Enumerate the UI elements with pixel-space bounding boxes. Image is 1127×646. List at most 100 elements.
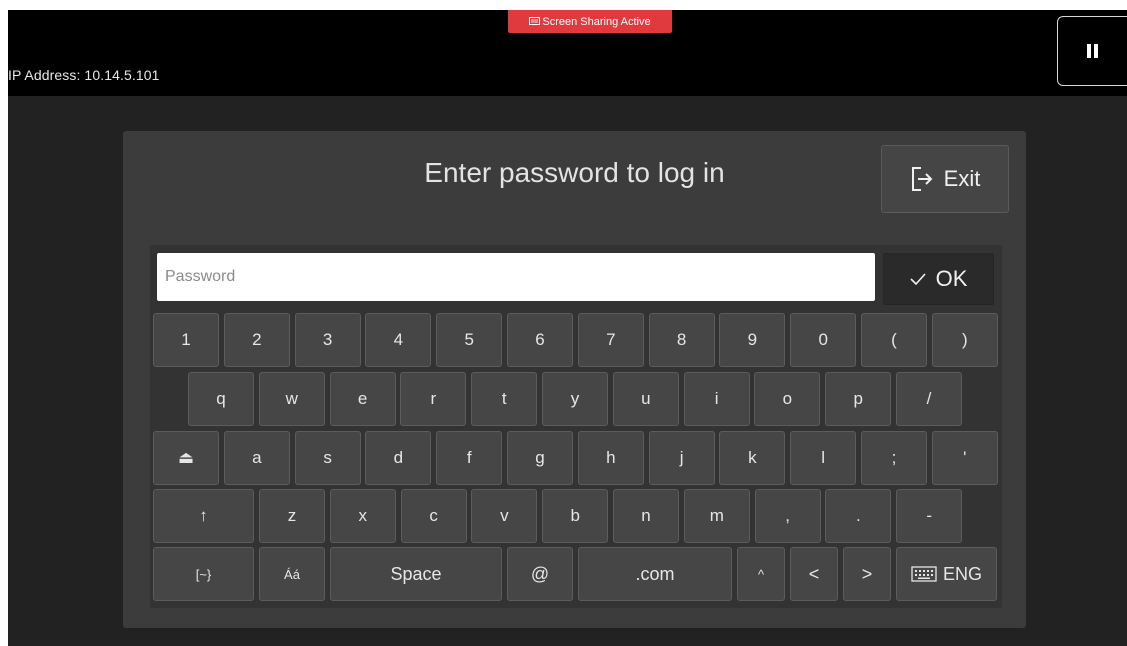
pause-button[interactable] bbox=[1057, 16, 1127, 86]
exit-button[interactable]: Exit bbox=[881, 145, 1009, 213]
key-row3-8[interactable]: k bbox=[719, 431, 786, 485]
key-row1-5-label: 6 bbox=[535, 330, 545, 349]
key-row1-9-label: 0 bbox=[818, 330, 828, 349]
key-row1-10[interactable]: ( bbox=[861, 313, 927, 367]
key-row3-8-label: k bbox=[748, 448, 757, 467]
key-row2-6[interactable]: u bbox=[612, 372, 679, 426]
key-row1-4-label: 5 bbox=[464, 330, 474, 349]
key-row2-8[interactable]: o bbox=[754, 372, 821, 426]
ok-button[interactable]: OK bbox=[883, 253, 994, 305]
key-row1-4[interactable]: 5 bbox=[436, 313, 503, 367]
shift-key[interactable]: ↑ bbox=[153, 489, 254, 543]
key-row1-7[interactable]: 8 bbox=[648, 313, 715, 367]
cursor-left-key-label: < bbox=[808, 563, 820, 584]
exit-arrow-icon bbox=[910, 166, 934, 192]
at-key[interactable]: @ bbox=[507, 547, 573, 601]
remote-screen: IP Address: 10.14.5.101 Screen Sharing A… bbox=[8, 10, 1127, 646]
key-row2-3-label: r bbox=[430, 389, 437, 408]
accents-key[interactable]: Áá bbox=[259, 547, 325, 601]
key-row1-1-label: 2 bbox=[252, 330, 262, 349]
accents-key-label: Áá bbox=[284, 566, 300, 582]
key-row4-6[interactable]: n bbox=[613, 489, 679, 543]
key-row4-2[interactable]: x bbox=[329, 489, 396, 543]
caret-key[interactable]: ^ bbox=[737, 547, 785, 601]
key-row4-6-label: n bbox=[641, 506, 651, 525]
key-row2-10[interactable]: / bbox=[896, 372, 962, 426]
key-row3-3[interactable]: d bbox=[365, 431, 432, 485]
key-row3-3-label: d bbox=[393, 448, 404, 467]
checkmark-icon bbox=[910, 273, 926, 285]
login-dialog: Enter password to log in Exit OK 1234567… bbox=[123, 131, 1026, 628]
key-row2-3[interactable]: r bbox=[400, 372, 467, 426]
key-row1-6[interactable]: 7 bbox=[577, 313, 644, 367]
key-row3-1-label: a bbox=[252, 448, 262, 467]
top-bar: IP Address: 10.14.5.101 Screen Sharing A… bbox=[8, 10, 1127, 96]
key-row4-5[interactable]: b bbox=[542, 489, 609, 543]
keyboard-icon bbox=[911, 566, 937, 582]
symbols-key[interactable]: [~} bbox=[153, 547, 254, 601]
key-row4-4[interactable]: v bbox=[471, 489, 538, 543]
key-row1-2[interactable]: 3 bbox=[294, 313, 361, 367]
cursor-left-key[interactable]: < bbox=[790, 547, 838, 601]
key-row4-5-label: b bbox=[570, 506, 580, 525]
key-row4-7[interactable]: m bbox=[683, 489, 750, 543]
key-row3-0[interactable]: ⏏ bbox=[153, 431, 219, 485]
key-row4-9[interactable]: . bbox=[825, 489, 892, 543]
key-row3-0-label: ⏏ bbox=[177, 448, 195, 467]
key-row1-9[interactable]: 0 bbox=[790, 313, 857, 367]
key-row3-5[interactable]: g bbox=[507, 431, 573, 485]
key-row3-11[interactable]: ' bbox=[931, 431, 998, 485]
language-key[interactable]: ENG bbox=[896, 547, 997, 601]
key-row1-0[interactable]: 1 bbox=[153, 313, 219, 367]
key-row1-8[interactable]: 9 bbox=[719, 313, 786, 367]
cursor-right-key[interactable]: > bbox=[843, 547, 891, 601]
key-row2-5-label: y bbox=[570, 389, 580, 408]
key-row1-7-label: 8 bbox=[676, 330, 687, 349]
key-row2-1-label: w bbox=[285, 389, 298, 408]
key-row2-9[interactable]: p bbox=[825, 372, 892, 426]
key-row4-1-label: z bbox=[287, 506, 297, 525]
key-row2-7-label: i bbox=[714, 389, 719, 408]
key-row2-9-label: p bbox=[853, 389, 863, 408]
key-row4-3[interactable]: c bbox=[400, 489, 467, 543]
key-row2-5[interactable]: y bbox=[542, 372, 608, 426]
language-key-label: ENG bbox=[942, 563, 982, 584]
key-row1-10-label: ( bbox=[891, 330, 897, 349]
key-row2-6-label: u bbox=[641, 389, 651, 408]
key-row3-2[interactable]: s bbox=[294, 431, 361, 485]
key-row4-7-label: m bbox=[709, 506, 724, 525]
screen-share-icon bbox=[529, 16, 541, 28]
key-row4-10[interactable]: - bbox=[896, 489, 963, 543]
space-key[interactable]: Space bbox=[330, 547, 502, 601]
key-row2-8-label: o bbox=[782, 389, 793, 408]
key-row4-8[interactable]: , bbox=[754, 489, 821, 543]
password-input[interactable] bbox=[157, 253, 875, 301]
key-row2-4-label: t bbox=[501, 389, 507, 408]
key-row3-6[interactable]: h bbox=[577, 431, 644, 485]
key-row3-4[interactable]: f bbox=[436, 431, 503, 485]
key-row4-1[interactable]: z bbox=[259, 489, 325, 543]
key-row1-5[interactable]: 6 bbox=[507, 313, 573, 367]
key-row2-4[interactable]: t bbox=[471, 372, 538, 426]
key-row2-7[interactable]: i bbox=[683, 372, 750, 426]
key-row1-1[interactable]: 2 bbox=[223, 313, 290, 367]
key-row3-10[interactable]: ; bbox=[861, 431, 927, 485]
dotcom-key[interactable]: .com bbox=[578, 547, 732, 601]
key-row3-1[interactable]: a bbox=[223, 431, 290, 485]
key-row4-8-label: , bbox=[785, 506, 790, 525]
key-row1-8-label: 9 bbox=[747, 330, 758, 349]
key-row3-11-label: ' bbox=[963, 448, 967, 467]
key-row1-3[interactable]: 4 bbox=[365, 313, 432, 367]
key-row2-0[interactable]: q bbox=[188, 372, 254, 426]
keyboard-panel: OK 1 2 3 4 5 6 7 8 9 0 () q w e r t y u i o p / ⏏ a s d f g h j k l; ' ↑ z… bbox=[150, 245, 1002, 608]
key-row1-3-label: 4 bbox=[393, 330, 404, 349]
key-row3-7[interactable]: j bbox=[648, 431, 715, 485]
key-row4-4-label: v bbox=[500, 506, 509, 525]
key-row2-2[interactable]: e bbox=[329, 372, 396, 426]
caret-key-label: ^ bbox=[757, 566, 765, 582]
pause-icon bbox=[1086, 44, 1100, 58]
key-row2-1[interactable]: w bbox=[258, 372, 325, 426]
key-row1-11[interactable]: ) bbox=[931, 313, 998, 367]
key-row3-9[interactable]: l bbox=[790, 431, 857, 485]
screen-sharing-badge: Screen Sharing Active bbox=[508, 10, 672, 33]
